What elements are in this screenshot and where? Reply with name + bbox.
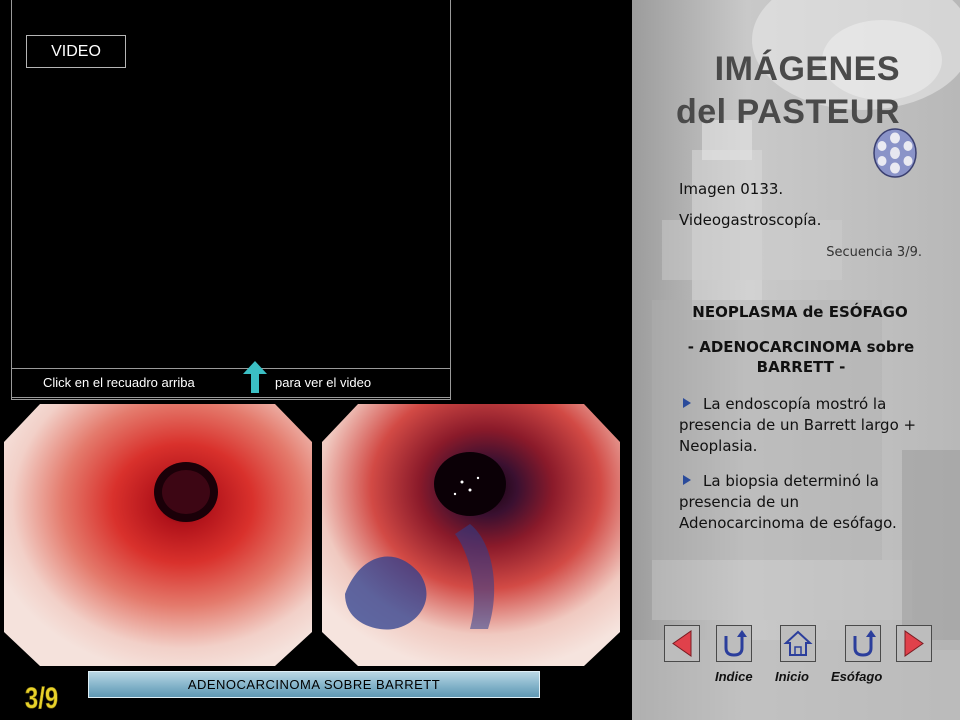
triangle-right-icon — [904, 630, 924, 657]
u-turn-icon — [724, 630, 747, 657]
sequence-badge-text: 3/9 — [25, 680, 58, 714]
u-turn-icon — [853, 630, 876, 657]
video-caption: Click en el recuadro arriba para ver el … — [11, 368, 451, 398]
bullet-triangle-icon — [683, 475, 691, 485]
info-panel: IMÁGENES del PASTEUR Imagen 0133. Videog… — [632, 0, 960, 720]
page-title-line1: IMÁGENES — [714, 50, 900, 88]
image-type: Videogastroscopía. — [679, 211, 822, 229]
diagnosis-title: NEOPLASMA de ESÓFAGO — [692, 303, 908, 321]
nav-label-indice[interactable]: Indice — [715, 669, 753, 684]
endoscopy-photo-1 — [4, 404, 312, 666]
home-icon — [783, 630, 813, 656]
image-number: Imagen 0133. — [679, 180, 784, 198]
esofago-button[interactable] — [845, 625, 881, 662]
up-arrow-icon — [243, 361, 267, 393]
sequence-text: Secuencia 3/9. — [826, 245, 922, 260]
image-caption-bar: ADENOCARCINOMA SOBRE BARRETT — [88, 671, 540, 698]
inicio-button[interactable] — [780, 625, 816, 662]
video-caption-right: para ver el video — [275, 375, 372, 390]
video-caption-left: Click en el recuadro arriba — [43, 375, 195, 390]
nav-label-inicio[interactable]: Inicio — [775, 669, 809, 684]
next-button[interactable] — [896, 625, 932, 662]
film-reel-icon[interactable] — [872, 126, 918, 178]
nav-label-esofago[interactable]: Esófago — [831, 669, 882, 684]
bullet-triangle-icon — [683, 398, 691, 408]
page-title-line2: del PASTEUR — [675, 93, 900, 131]
video-label[interactable]: VIDEO — [26, 35, 126, 68]
sequence-badge: 3/9 — [25, 680, 59, 715]
diagnosis-subtitle: - ADENOCARCINOMA sobre BARRETT - — [687, 338, 915, 376]
finding-bullet-text: La biopsia determinó la presencia de un … — [679, 472, 897, 532]
triangle-left-icon — [672, 630, 692, 657]
indice-button[interactable] — [716, 625, 752, 662]
finding-bullet-text: La endoscopía mostró la presencia de un … — [679, 395, 917, 455]
finding-bullet: La biopsia determinó la presencia de un … — [679, 471, 927, 534]
endoscopy-photos — [4, 404, 620, 666]
previous-button[interactable] — [664, 625, 700, 662]
left-panel: VIDEO Click en el recuadro arriba para v… — [0, 0, 632, 720]
finding-bullet: La endoscopía mostró la presencia de un … — [679, 394, 927, 457]
